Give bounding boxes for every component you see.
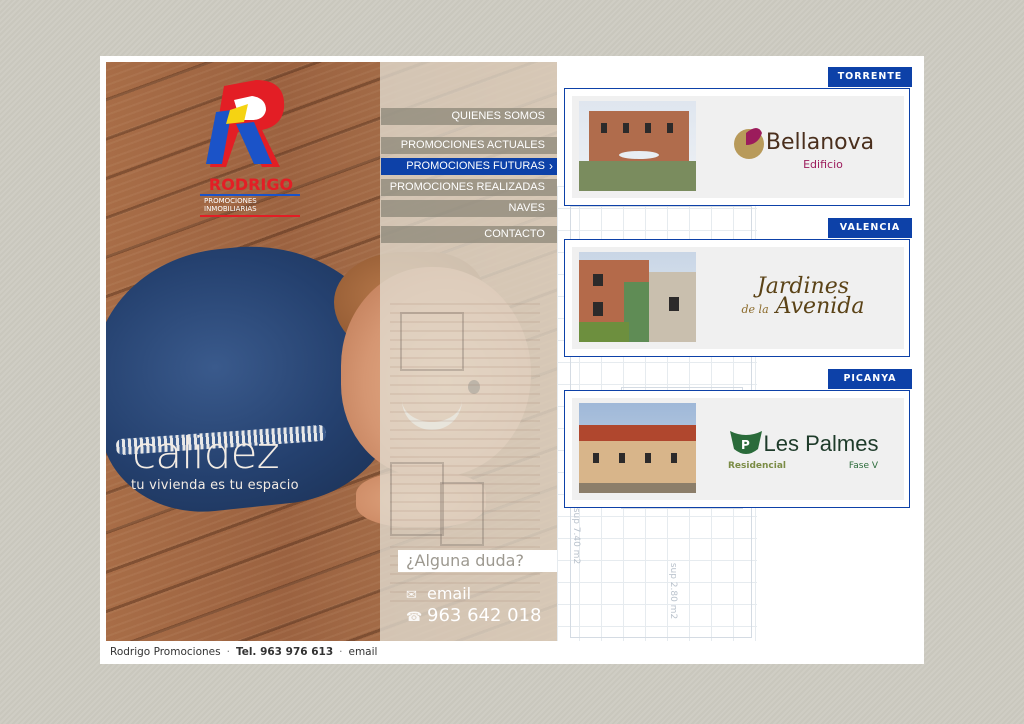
hero-slogan: calidez tu vivienda es tu espacio — [131, 428, 299, 494]
menu-item-quienes-somos[interactable]: QUIENES SOMOS — [381, 108, 557, 125]
svg-text:P: P — [741, 438, 750, 452]
brand-logo: Jardines de la Avenida — [702, 247, 904, 349]
brand-line-2: de la — [741, 302, 769, 316]
brand-residencial: Residencial — [728, 461, 787, 471]
phone-number: 963 642 018 — [427, 605, 542, 626]
footer-company: Rodrigo Promociones — [110, 646, 221, 658]
brand-name: Bellanova — [765, 129, 875, 155]
rodrigo-logo[interactable]: RODRIGO PROMOCIONES INMOBILIARIAS — [196, 72, 306, 222]
promo-card-picanya[interactable]: PICANYA P Les Palmes Residencial Fase V — [564, 369, 912, 508]
phone-icon: ☎ — [406, 610, 423, 625]
menu-item-promociones-actuales[interactable]: PROMOCIONES ACTUALES — [381, 137, 557, 154]
palm-emblem: P — [729, 431, 762, 454]
question-field[interactable]: ¿Alguna duda? — [398, 550, 557, 572]
menu-item-promociones-futuras[interactable]: PROMOCIONES FUTURAS — [381, 158, 557, 175]
menu-item-naves[interactable]: NAVES — [381, 200, 557, 217]
menu-item-promociones-realizadas[interactable]: PROMOCIONES REALIZADAS — [381, 179, 557, 196]
footer-email-link[interactable]: email — [348, 646, 377, 658]
footer: Rodrigo Promociones · Tel. 963 976 613 · ema… — [110, 646, 378, 658]
contact-phone: ☎ 963 642 018 — [406, 605, 542, 626]
brand-line-3: Avenida — [775, 293, 865, 319]
brand-subtitle: Edificio — [803, 158, 843, 171]
promo-photo[interactable] — [579, 252, 696, 342]
main-menu: QUIENES SOMOS PROMOCIONES ACTUALES PROMO… — [381, 108, 557, 247]
footer-phone: Tel. 963 976 613 — [235, 646, 334, 658]
brand-name: Les Palmes — [763, 431, 879, 456]
logo-subtitle-2: INMOBILIARIAS — [204, 205, 257, 213]
brand-logo: Bellanova Edificio — [702, 96, 904, 198]
bellanova-emblem — [733, 128, 764, 159]
location-tag: PICANYA — [828, 369, 912, 389]
menu-item-contacto[interactable]: CONTACTO — [381, 226, 557, 243]
plan-label: sup 7.40 m2 — [571, 507, 582, 565]
brand-phase: Fase V — [848, 461, 878, 471]
logo-wordmark: RODRIGO — [209, 175, 293, 194]
promo-card-valencia[interactable]: VALENCIA Jardines de la Avenida — [564, 218, 912, 357]
promo-photo[interactable] — [579, 101, 696, 191]
location-tag: TORRENTE — [828, 67, 912, 87]
page-frame: RODRIGO PROMOCIONES INMOBILIARIAS calide… — [100, 56, 924, 664]
logo-subtitle-1: PROMOCIONES — [204, 197, 257, 205]
promo-photo[interactable] — [579, 403, 696, 493]
email-label: email — [427, 584, 472, 603]
hero-headline: calidez — [132, 428, 280, 479]
hero-tagline: tu vivienda es tu espacio — [131, 478, 299, 493]
location-tag: VALENCIA — [828, 218, 912, 238]
contact-email-link[interactable]: ✉ email — [406, 584, 471, 603]
plan-label: sup 2.80 m2 — [668, 562, 679, 620]
envelope-icon: ✉ — [406, 588, 417, 603]
brand-logo: P Les Palmes Residencial Fase V — [702, 398, 904, 500]
promo-card-torrente[interactable]: TORRENTE Bellanova Edificio — [564, 67, 912, 206]
